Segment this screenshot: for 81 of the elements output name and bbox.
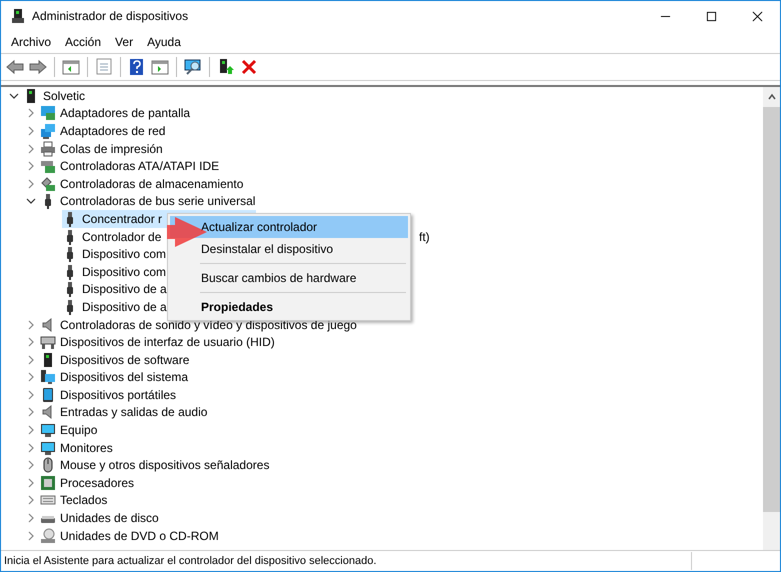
app-icon (10, 8, 26, 24)
chip-icon (40, 474, 56, 491)
menu-item[interactable]: Archivo (11, 35, 52, 49)
update-driver-icon[interactable] (217, 58, 235, 76)
tree-item[interactable]: Unidades de DVD o CD-ROM (60, 528, 219, 543)
tree-item[interactable]: Equipo (60, 423, 98, 438)
tree-item[interactable]: Adaptadores de pantalla (60, 106, 190, 120)
tree-item[interactable]: Solvetic (43, 88, 86, 103)
tree-item[interactable]: Controladoras de sonido y vídeo y dispositivos de juego (60, 318, 357, 332)
tree-item[interactable]: Colas de impresión (60, 142, 163, 156)
expand-chevron[interactable] (26, 337, 36, 348)
collapse-chevron[interactable] (26, 196, 36, 206)
menu-item[interactable]: Desinstalar el dispositivo (170, 238, 408, 260)
properties-icon[interactable] (95, 58, 113, 76)
menu-item[interactable]: Propiedades (170, 296, 408, 318)
menu-item[interactable]: Actualizar controlador (170, 216, 408, 238)
expand-chevron[interactable] (26, 530, 36, 541)
tree-item[interactable]: Monitores (60, 440, 113, 455)
tree-item[interactable]: Dispositivos de interfaz de usuario (HID) (60, 335, 275, 350)
tree-item[interactable]: Controladoras de almacenamiento (60, 176, 244, 191)
expand-chevron[interactable] (26, 407, 36, 418)
expand-chevron[interactable] (26, 178, 36, 189)
expand-chevron[interactable] (26, 513, 36, 524)
expand-chevron[interactable] (26, 372, 36, 382)
monitor-icon (40, 422, 56, 438)
printer-icon (40, 140, 56, 157)
status-text: Inicia el Asistente para actualizar el controlador del dispositivo seleccionado. (4, 555, 376, 567)
menu-item[interactable]: Ayuda (147, 35, 181, 49)
computer-icon (40, 369, 56, 386)
tree-item[interactable]: Entradas y salidas de audio (60, 405, 208, 420)
help-icon[interactable] (128, 58, 146, 76)
tree-item[interactable]: Dispositivo de a (62, 280, 171, 298)
tree-item[interactable]: Procesadores (60, 476, 134, 490)
tree-item[interactable]: Controlador de (62, 228, 166, 246)
expand-chevron[interactable] (26, 495, 36, 506)
menu-item[interactable]: Acción (65, 35, 102, 49)
forward-arrow-icon[interactable] (29, 58, 47, 76)
keyboard-device-icon (40, 334, 56, 350)
tree-item[interactable]: Dispositivo com (62, 245, 170, 263)
display-adapter-icon (40, 105, 56, 122)
expand-chevron[interactable] (26, 108, 36, 118)
tree-item[interactable]: Mouse y otros dispositivos señaladores (60, 458, 270, 472)
expand-chevron[interactable] (26, 425, 36, 436)
maximize-icon (706, 10, 716, 22)
menu-item[interactable]: Ver (115, 35, 134, 49)
expand-chevron[interactable] (26, 126, 36, 136)
action-pane-icon[interactable] (151, 58, 169, 76)
tree-item[interactable]: Dispositivos de software (60, 352, 190, 367)
close-icon (752, 10, 762, 22)
tree-item[interactable]: Teclados (60, 493, 108, 508)
tree-item[interactable]: Dispositivo de a (62, 298, 171, 316)
disc-drive-icon (40, 528, 56, 544)
expand-chevron[interactable] (26, 144, 36, 154)
collapse-chevron[interactable] (9, 90, 19, 101)
expand-chevron[interactable] (26, 460, 36, 470)
tablet-icon (40, 386, 56, 403)
expand-chevron[interactable] (26, 161, 36, 172)
expand-chevron[interactable] (26, 478, 36, 488)
expand-chevron[interactable] (26, 390, 36, 400)
uninstall-icon[interactable] (240, 58, 258, 76)
scroll-up-icon[interactable] (766, 92, 776, 102)
controller-card-icon (40, 158, 56, 174)
back-arrow-icon[interactable] (6, 58, 24, 76)
scan-monitor-icon[interactable] (184, 58, 202, 76)
storage-icon (40, 176, 56, 192)
expand-chevron[interactable] (26, 442, 36, 453)
tree-item-text: ft) (419, 230, 430, 244)
tree-item[interactable]: Adaptadores de red (60, 124, 166, 138)
tree-item[interactable]: Controladoras ATA/ATAPI IDE (60, 159, 220, 174)
tree-item[interactable]: Dispositivos portátiles (60, 388, 176, 402)
tree-item[interactable]: Controladoras de bus serie universal (60, 194, 256, 208)
monitor-icon (40, 440, 56, 456)
expand-chevron[interactable] (26, 354, 36, 365)
tree-item[interactable]: Dispositivo com (62, 262, 170, 281)
tree-item[interactable]: Dispositivos del sistema (60, 370, 188, 384)
tree-item[interactable]: Unidades de disco (60, 511, 159, 526)
network-icon (40, 122, 56, 139)
console-tree-icon[interactable] (62, 58, 80, 76)
window-title: Administrador de dispositivos (32, 9, 188, 23)
expand-chevron[interactable] (26, 320, 36, 330)
menu-item[interactable]: Buscar cambios de hardware (170, 267, 408, 289)
